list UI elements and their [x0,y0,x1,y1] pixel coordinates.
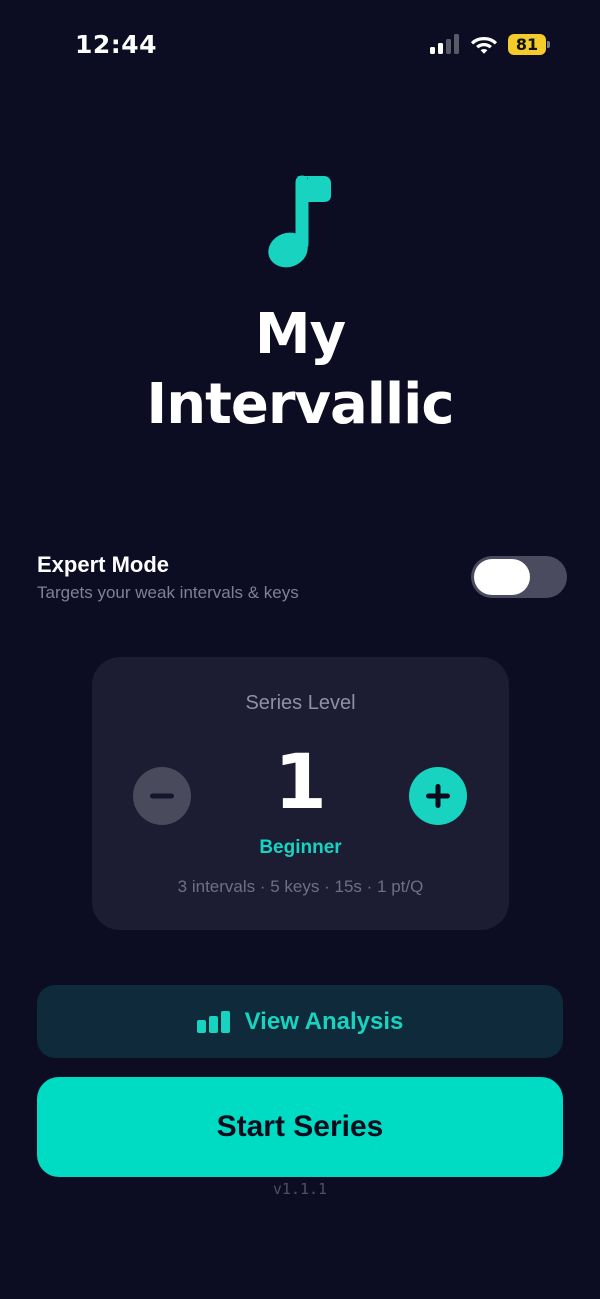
series-level-details: 3 intervals · 5 keys · 15s · 1 pt/Q [177,877,424,896]
bar-chart-icon [196,1010,230,1033]
view-analysis-button[interactable]: View Analysis [37,985,563,1058]
start-series-label: Start Series [216,1110,384,1143]
start-series-button[interactable]: Start Series [37,1077,563,1177]
status-time: 12:44 [75,30,158,59]
battery-icon: 81 [508,34,550,55]
status-bar: 12:44 81 [0,0,600,90]
expert-mode-row: Expert Mode Targets your weak intervals … [37,548,567,608]
series-level-name: Beginner [259,837,342,858]
increase-level-button[interactable] [409,767,467,825]
app-title-line-1: My [254,302,346,367]
view-analysis-label: View Analysis [244,1007,404,1035]
series-level-label: Series Level [245,692,356,714]
battery-cap [547,41,550,48]
music-note-icon [268,175,331,268]
toggle-knob [474,559,530,595]
wifi-icon [471,37,497,54]
battery-level: 81 [508,34,546,55]
app-title: My Intervallic [0,300,600,440]
signal-icon [430,34,459,54]
expert-mode-title: Expert Mode [37,552,170,577]
plus-icon [426,784,450,808]
expert-mode-toggle[interactable] [471,556,567,598]
expert-mode-subtitle: Targets your weak intervals & keys [37,583,299,602]
app-version: v1.1.1 [272,1180,328,1198]
series-level-card: Series Level 1 Beginner 3 intervals · 5 … [92,657,509,930]
home-screen: 12:44 81 My Intervallic Expert Mode Targ… [0,0,600,1299]
app-title-line-2: Intervallic [146,372,454,437]
